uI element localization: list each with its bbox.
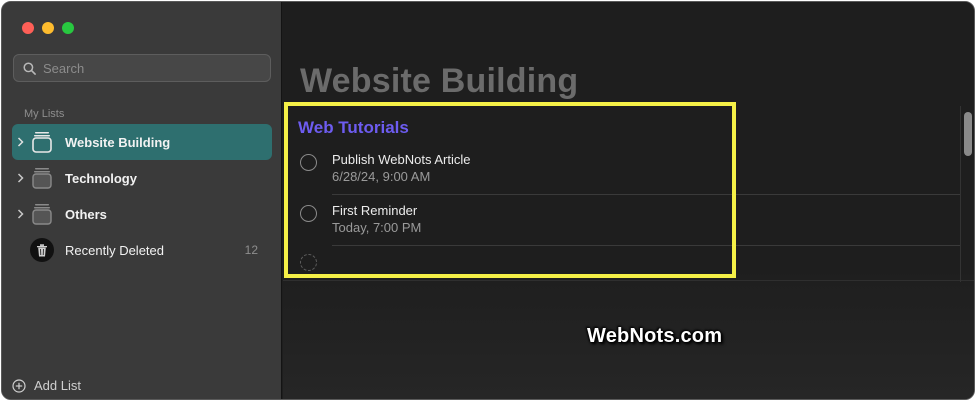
trash-icon bbox=[30, 238, 54, 262]
close-window-button[interactable] bbox=[22, 22, 34, 34]
plus-circle-icon bbox=[12, 378, 26, 393]
group-title: Web Tutorials bbox=[298, 118, 409, 137]
new-reminder-placeholder[interactable] bbox=[300, 254, 317, 271]
complete-checkbox[interactable] bbox=[300, 154, 317, 171]
reminder-date: Today, 7:00 PM bbox=[332, 220, 422, 235]
page-title: Website Building bbox=[300, 62, 579, 100]
sidebar-item-label: Others bbox=[65, 206, 107, 222]
divider bbox=[332, 245, 960, 246]
sidebar-item-label: Technology bbox=[65, 170, 137, 186]
reminders-window: My Lists Website Building bbox=[1, 1, 975, 400]
deleted-count: 12 bbox=[244, 243, 258, 257]
chevron-right-icon[interactable] bbox=[12, 137, 28, 147]
add-list-button[interactable]: Add List bbox=[12, 378, 81, 393]
sidebar: My Lists Website Building bbox=[2, 2, 282, 399]
zoom-window-button[interactable] bbox=[62, 22, 74, 34]
search-icon bbox=[23, 61, 36, 75]
watermark: WebNots.com bbox=[587, 325, 723, 347]
sidebar-item-website-building[interactable]: Website Building bbox=[12, 124, 272, 160]
list-group-icon bbox=[30, 130, 54, 154]
divider bbox=[332, 194, 960, 195]
chevron-right-icon[interactable] bbox=[12, 209, 28, 219]
sidebar-item-recently-deleted[interactable]: Recently Deleted 12 bbox=[12, 232, 272, 268]
sidebar-item-label: Recently Deleted bbox=[65, 242, 164, 258]
complete-checkbox[interactable] bbox=[300, 205, 317, 222]
search-field[interactable] bbox=[13, 54, 271, 82]
my-lists-heading: My Lists bbox=[24, 108, 65, 120]
add-list-label: Add List bbox=[34, 378, 81, 393]
search-input[interactable] bbox=[43, 60, 263, 76]
list-group-icon bbox=[30, 166, 54, 190]
divider bbox=[283, 280, 974, 281]
list-group-icon bbox=[30, 202, 54, 226]
reminder-title[interactable]: Publish WebNots Article bbox=[332, 152, 471, 167]
sidebar-item-label: Website Building bbox=[65, 134, 171, 150]
minimize-window-button[interactable] bbox=[42, 22, 54, 34]
chevron-right-icon[interactable] bbox=[12, 173, 28, 183]
sidebar-item-technology[interactable]: Technology bbox=[12, 160, 272, 196]
reminder-title[interactable]: First Reminder bbox=[332, 203, 417, 218]
reminder-date: 6/28/24, 9:00 AM bbox=[332, 169, 431, 184]
sidebar-item-others[interactable]: Others bbox=[12, 196, 272, 232]
scrollbar-thumb[interactable] bbox=[964, 112, 972, 156]
window-controls bbox=[22, 22, 74, 34]
